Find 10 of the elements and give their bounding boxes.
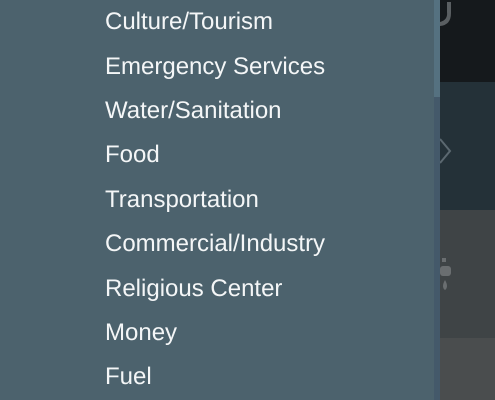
menu-item[interactable]: Religious Center <box>0 266 434 311</box>
menu-item[interactable]: Food <box>0 133 434 178</box>
menu-item[interactable]: Transportation <box>0 178 434 222</box>
menu-item[interactable]: Money <box>0 310 434 356</box>
menu-item[interactable]: Water/Sanitation <box>0 88 434 134</box>
menu-item[interactable]: Culture/Tourism <box>0 0 434 44</box>
menu-item[interactable]: Commercial/Industry <box>0 222 434 266</box>
menu-item[interactable]: Fuel <box>0 355 434 400</box>
hook-icon <box>440 0 452 26</box>
menu-item[interactable]: Emergency Services <box>0 44 434 89</box>
